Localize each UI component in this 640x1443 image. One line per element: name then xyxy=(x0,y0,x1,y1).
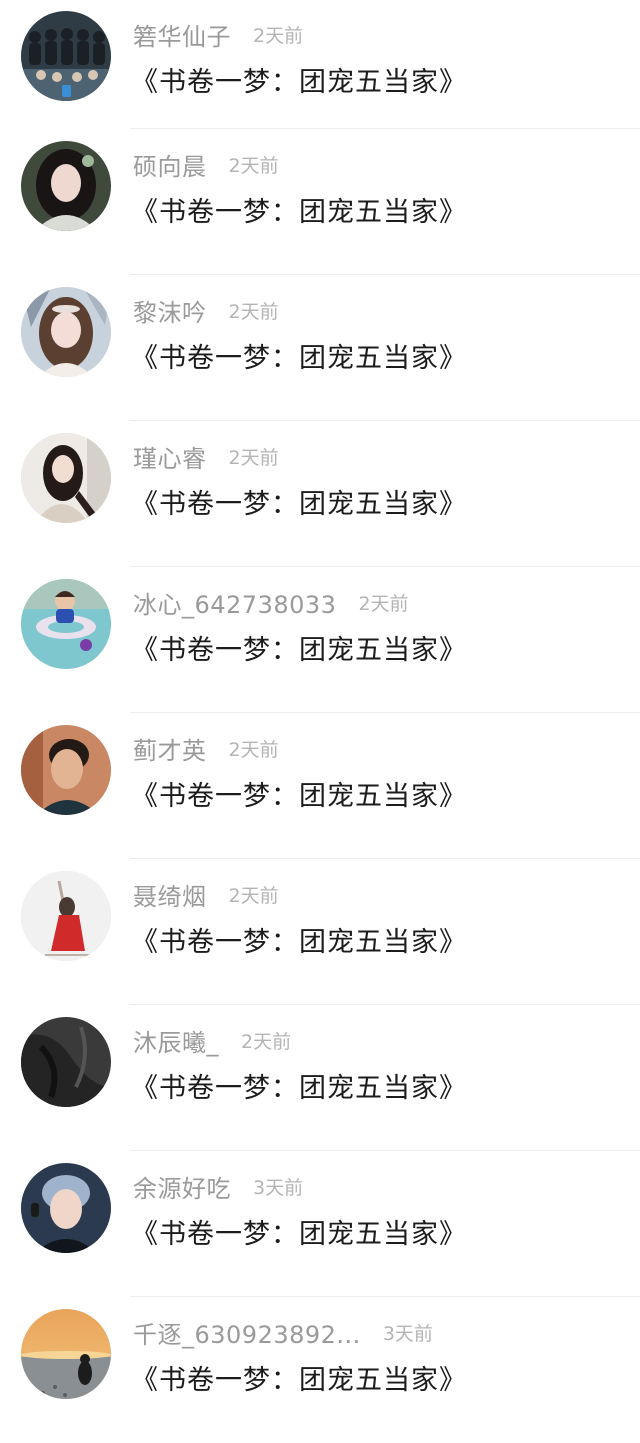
portrait-avatar-icon xyxy=(21,141,111,231)
avatar[interactable] xyxy=(21,433,111,523)
avatar[interactable] xyxy=(21,141,111,231)
user-name[interactable]: 黎沫吟 xyxy=(133,293,207,328)
list-item[interactable]: 黎沫吟 2天前 《书卷一梦：团宠五当家》 xyxy=(0,275,640,421)
comment-text: 《书卷一梦：团宠五当家》 xyxy=(131,635,467,666)
list-item[interactable]: 余源好吃 3天前 《书卷一梦：团宠五当家》 xyxy=(0,1151,640,1297)
comment-text: 《书卷一梦：团宠五当家》 xyxy=(131,343,467,374)
group-photo-avatar-icon xyxy=(21,11,111,101)
avatar[interactable] xyxy=(21,1017,111,1107)
portrait-avatar-icon xyxy=(21,1163,111,1253)
dark-fabric-avatar-icon xyxy=(21,1017,111,1107)
comment-meta: 瑾心睿 2天前 xyxy=(133,438,279,474)
avatar[interactable] xyxy=(21,725,111,815)
comment-meta: 余源好吃 3天前 xyxy=(133,1168,303,1204)
timestamp: 2天前 xyxy=(358,592,409,615)
user-name[interactable]: 冰心_642738033 xyxy=(133,585,336,620)
avatar[interactable] xyxy=(21,287,111,377)
comment-meta: 箬华仙子 2天前 xyxy=(133,16,303,52)
timestamp: 2天前 xyxy=(228,154,279,177)
timestamp: 2天前 xyxy=(228,300,279,323)
comment-meta: 蓟才英 2天前 xyxy=(133,730,279,766)
comment-text: 《书卷一梦：团宠五当家》 xyxy=(131,489,467,520)
sunset-beach-avatar-icon xyxy=(21,1309,111,1399)
timestamp: 2天前 xyxy=(228,738,279,761)
comment-meta: 黎沫吟 2天前 xyxy=(133,292,279,328)
user-name[interactable]: 聂绮烟 xyxy=(133,877,207,912)
comment-text: 《书卷一梦：团宠五当家》 xyxy=(131,197,467,228)
portrait-avatar-icon xyxy=(21,433,111,523)
comment-meta: 聂绮烟 2天前 xyxy=(133,876,279,912)
comment-text: 《书卷一梦：团宠五当家》 xyxy=(131,781,467,812)
list-item[interactable]: 硕向晨 2天前 《书卷一梦：团宠五当家》 xyxy=(0,129,640,275)
comment-meta: 千逐_630923892... 3天前 xyxy=(133,1314,433,1350)
user-name[interactable]: 硕向晨 xyxy=(133,147,207,182)
timestamp: 3天前 xyxy=(382,1322,433,1345)
avatar[interactable] xyxy=(21,1163,111,1253)
user-name[interactable]: 蓟才英 xyxy=(133,731,207,766)
avatar[interactable] xyxy=(21,11,111,101)
timestamp: 2天前 xyxy=(241,1030,292,1053)
user-name[interactable]: 箬华仙子 xyxy=(133,17,231,52)
list-item[interactable]: 箬华仙子 2天前 《书卷一梦：团宠五当家》 xyxy=(0,0,640,129)
list-item[interactable]: 千逐_630923892... 3天前 《书卷一梦：团宠五当家》 xyxy=(0,1297,640,1443)
comment-text: 《书卷一梦：团宠五当家》 xyxy=(131,1219,467,1250)
list-item[interactable]: 聂绮烟 2天前 《书卷一梦：团宠五当家》 xyxy=(0,859,640,1005)
comment-meta: 硕向晨 2天前 xyxy=(133,146,279,182)
timestamp: 2天前 xyxy=(228,446,279,469)
dancer-avatar-icon xyxy=(21,871,111,961)
timestamp: 2天前 xyxy=(228,884,279,907)
comment-text: 《书卷一梦：团宠五当家》 xyxy=(131,927,467,958)
timestamp: 2天前 xyxy=(253,24,304,47)
timestamp: 3天前 xyxy=(253,1176,304,1199)
child-in-pool-avatar-icon xyxy=(21,579,111,669)
avatar[interactable] xyxy=(21,871,111,961)
comment-text: 《书卷一梦：团宠五当家》 xyxy=(131,1073,467,1104)
list-item[interactable]: 冰心_642738033 2天前 《书卷一梦：团宠五当家》 xyxy=(0,567,640,713)
list-item[interactable]: 瑾心睿 2天前 《书卷一梦：团宠五当家》 xyxy=(0,421,640,567)
user-name[interactable]: 瑾心睿 xyxy=(133,439,207,474)
portrait-avatar-icon xyxy=(21,725,111,815)
list-item[interactable]: 沐辰曦_ 2天前 《书卷一梦：团宠五当家》 xyxy=(0,1005,640,1151)
avatar[interactable] xyxy=(21,579,111,669)
comment-meta: 沐辰曦_ 2天前 xyxy=(133,1022,291,1058)
comment-list: 箬华仙子 2天前 《书卷一梦：团宠五当家》 硕向晨 2天前 《书卷一梦：团宠五当… xyxy=(0,0,640,1423)
avatar[interactable] xyxy=(21,1309,111,1399)
portrait-avatar-icon xyxy=(21,287,111,377)
comment-text: 《书卷一梦：团宠五当家》 xyxy=(131,1365,467,1396)
user-name[interactable]: 千逐_630923892... xyxy=(133,1315,361,1350)
list-item[interactable]: 蓟才英 2天前 《书卷一梦：团宠五当家》 xyxy=(0,713,640,859)
user-name[interactable]: 余源好吃 xyxy=(133,1169,231,1204)
comment-text: 《书卷一梦：团宠五当家》 xyxy=(131,67,467,98)
user-name[interactable]: 沐辰曦_ xyxy=(133,1023,219,1058)
comment-meta: 冰心_642738033 2天前 xyxy=(133,584,409,620)
